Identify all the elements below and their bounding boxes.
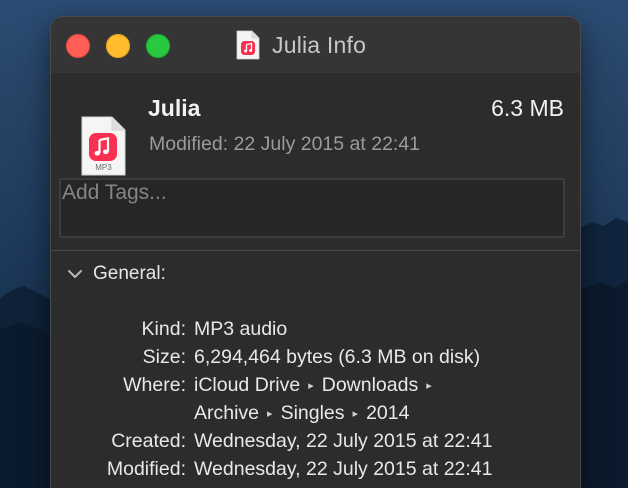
size-value: 6,294,464 bytes (6.3 MB on disk): [194, 346, 481, 368]
info-content: MP3 Julia 6.3 MB Modified: 22 July 2015 …: [51, 73, 580, 488]
title-bar[interactable]: Julia Info: [51, 17, 580, 73]
where-label: Where:: [123, 374, 186, 396]
file-modified-date: Modified: 22 July 2015 at 22:41: [149, 133, 421, 155]
file-type-label: MP3: [95, 163, 112, 172]
window-title: Julia Info: [272, 31, 367, 58]
path-separator-icon: ▸: [308, 380, 314, 392]
path-segment-singles[interactable]: Singles: [281, 402, 345, 424]
kind-label: Kind:: [141, 318, 186, 340]
general-section-title: General:: [93, 263, 166, 284]
path-segment-2014[interactable]: 2014: [366, 402, 409, 424]
modified-value: Wednesday, 22 July 2015 at 22:41: [194, 458, 493, 480]
kind-value: MP3 audio: [194, 318, 288, 340]
info-row-modified: Modified: Wednesday, 22 July 2015 at 22:…: [51, 458, 580, 486]
where-path-line-1: iCloud Drive ▸ Downloads ▸: [194, 374, 440, 397]
general-section-toggle[interactable]: General:: [66, 259, 166, 289]
path-segment-archive[interactable]: Archive: [194, 402, 259, 424]
info-row-size: Size: 6,294,464 bytes (6.3 MB on disk): [51, 346, 580, 374]
file-size: 6.3 MB: [491, 95, 564, 121]
tags-input[interactable]: [59, 178, 565, 238]
path-segment-downloads[interactable]: Downloads: [322, 374, 418, 396]
zoom-button[interactable]: [146, 34, 170, 58]
path-segment-icloud-drive[interactable]: iCloud Drive: [194, 374, 300, 396]
created-label: Created:: [111, 430, 186, 452]
minimize-button[interactable]: [106, 34, 130, 58]
path-separator-icon: ▸: [267, 408, 273, 420]
path-separator-icon: ▸: [426, 380, 432, 392]
modified-label: Modified:: [106, 458, 186, 480]
file-name: Julia: [148, 95, 201, 121]
info-window: Julia Info MP3 Julia 6.3 MB Modified: 22…: [51, 17, 580, 488]
close-button[interactable]: [66, 34, 90, 58]
chevron-down-icon[interactable]: [66, 265, 84, 283]
window-title-group: Julia Info: [235, 30, 366, 60]
size-label: Size:: [142, 346, 186, 368]
music-document-icon: [236, 30, 260, 60]
section-divider: [51, 250, 580, 251]
path-separator-icon: ▸: [352, 408, 359, 420]
info-row-where-continued: Archive ▸ Singles ▸ 2014: [51, 402, 580, 430]
where-path-line-2: Archive ▸ Singles ▸ 2014: [194, 402, 409, 425]
created-value: Wednesday, 22 July 2015 at 22:41: [194, 430, 493, 452]
info-row-where: Where: iCloud Drive ▸ Downloads ▸: [51, 374, 580, 402]
mp3-file-icon: MP3: [81, 116, 126, 176]
info-row-created: Created: Wednesday, 22 July 2015 at 22:4…: [51, 430, 580, 458]
info-row-kind: Kind: MP3 audio: [51, 318, 580, 346]
